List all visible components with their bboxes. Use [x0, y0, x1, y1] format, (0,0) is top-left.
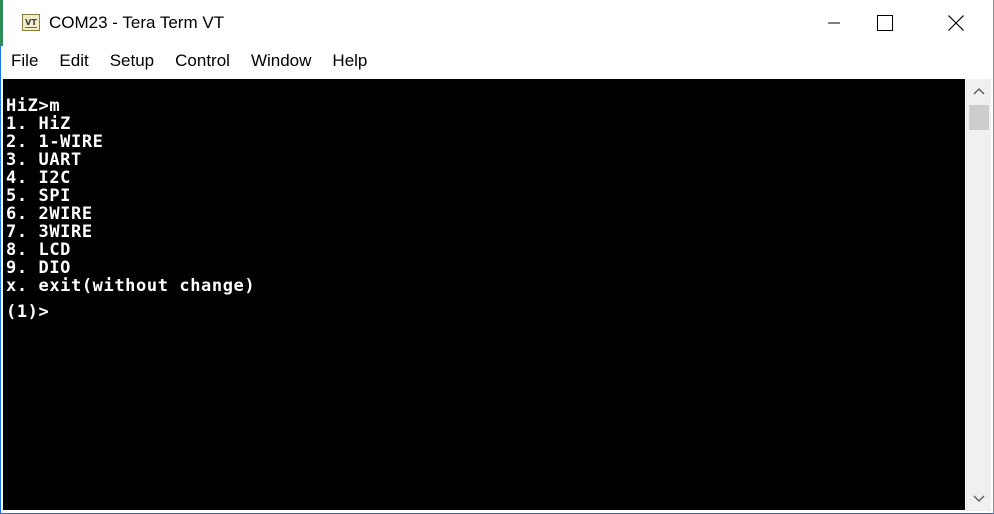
- terminal-screen[interactable]: HiZ>m 1. HiZ 2. 1-WIRE 3. UART 4. I2C 5.…: [3, 79, 965, 510]
- terminal-line: 7. 3WIRE: [6, 222, 93, 242]
- vt-app-icon[interactable]: VT: [22, 14, 40, 31]
- scroll-up-button[interactable]: [967, 79, 991, 103]
- terminal-line: x. exit(without change): [6, 276, 256, 296]
- chevron-down-icon: [973, 495, 985, 503]
- terminal-line: 6. 2WIRE: [6, 204, 93, 224]
- window-title: COM23 - Tera Term VT: [49, 13, 225, 32]
- menu-window[interactable]: Window: [241, 46, 322, 76]
- minimize-icon: [828, 22, 840, 24]
- maximize-button[interactable]: [862, 0, 908, 46]
- minimize-button[interactable]: [811, 0, 857, 46]
- maximize-icon: [877, 15, 893, 31]
- menu-control[interactable]: Control: [165, 46, 241, 76]
- vertical-scrollbar[interactable]: [966, 79, 991, 511]
- scroll-down-button[interactable]: [967, 487, 991, 511]
- menu-file[interactable]: File: [1, 46, 49, 76]
- terminal-line: 2. 1-WIRE: [6, 132, 104, 152]
- terminal-line: 4. I2C: [6, 168, 72, 188]
- terminal-line: 8. LCD: [6, 240, 72, 260]
- terminal-prompt: (1)>: [6, 302, 50, 322]
- terminal-line: 1. HiZ: [6, 114, 72, 134]
- menu-bar: File Edit Setup Control Window Help: [1, 46, 993, 76]
- close-button[interactable]: [933, 0, 979, 46]
- terminal-line: 5. SPI: [6, 186, 72, 206]
- chevron-up-icon: [973, 87, 985, 95]
- background-window-edge: [0, 0, 3, 46]
- menu-edit[interactable]: Edit: [49, 46, 99, 76]
- close-icon: [948, 15, 964, 31]
- title-bar[interactable]: VT COM23 - Tera Term VT: [0, 0, 993, 46]
- menu-help[interactable]: Help: [322, 46, 378, 76]
- terminal-line: 3. UART: [6, 150, 82, 170]
- scroll-thumb[interactable]: [969, 105, 989, 130]
- terminal-blank-gap: [6, 295, 965, 303]
- tera-term-window: VT COM23 - Tera Term VT File Edit Setup …: [0, 0, 994, 514]
- menu-setup[interactable]: Setup: [100, 46, 165, 76]
- terminal-line: HiZ>m: [6, 96, 61, 116]
- terminal-line: 9. DIO: [6, 258, 72, 278]
